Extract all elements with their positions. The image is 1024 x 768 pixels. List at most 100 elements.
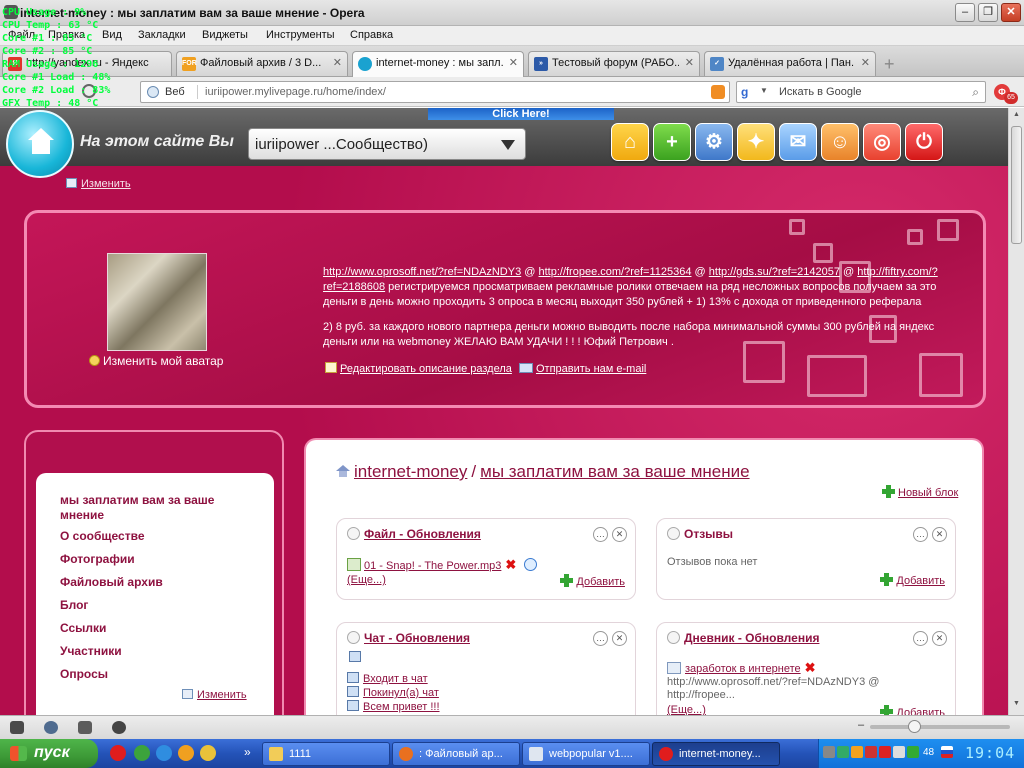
app-quicklaunch-icon[interactable] <box>178 745 194 761</box>
chat-item[interactable]: Покинул(а) чат <box>363 687 439 699</box>
menu-widgets[interactable]: Виджеты <box>202 29 248 41</box>
breadcrumb-community[interactable]: internet-money <box>354 462 467 481</box>
rss-icon[interactable] <box>711 85 725 99</box>
browser-quicklaunch-icon[interactable] <box>156 745 172 761</box>
dropdown-arrow-icon[interactable] <box>501 140 515 150</box>
speed-dial-gauge-icon[interactable] <box>112 721 126 734</box>
app-quicklaunch-icon[interactable] <box>200 745 216 761</box>
tab-close-icon[interactable]: ✕ <box>333 56 342 69</box>
menu-file[interactable]: Файл <box>8 29 35 41</box>
block-options-icon[interactable]: … <box>593 631 608 646</box>
block-close-icon[interactable]: ✕ <box>932 631 947 646</box>
scroll-down-icon[interactable]: ▼ <box>1011 700 1022 712</box>
community-select[interactable]: iuriipower ...Сообщество) <box>248 128 526 160</box>
minimize-button[interactable]: – <box>955 3 975 22</box>
block-close-icon[interactable]: ✕ <box>932 527 947 542</box>
diary-more-link[interactable]: (Еще...) <box>667 704 706 715</box>
search-field[interactable]: g ▼ Искать в Google ⌕ <box>736 81 986 103</box>
sidebar-edit-link[interactable]: Изменить <box>182 689 247 701</box>
menu-edit[interactable]: Правка <box>48 29 85 41</box>
sidebar-item-polls[interactable]: Опросы <box>60 667 108 682</box>
diary-add-button[interactable]: Добавить <box>880 705 945 715</box>
taskbar-button-webpopular[interactable]: webpopular v1.... <box>522 742 650 766</box>
sidebar-item-photos[interactable]: Фотографии <box>60 552 135 567</box>
referral-link[interactable]: http://www.oprosoff.net/?ref=NDAzNDY3 <box>323 266 521 278</box>
home-icon[interactable]: ⌂ <box>611 123 649 161</box>
tray-icon[interactable] <box>879 746 891 758</box>
chat-item[interactable]: Всем привет !!! <box>363 701 440 713</box>
menu-bookmarks[interactable]: Закладки <box>138 29 186 41</box>
change-avatar-link[interactable]: Изменить мой аватар <box>89 354 223 368</box>
start-button[interactable]: пуск <box>0 739 98 768</box>
tab-close-icon[interactable]: ✕ <box>685 56 694 69</box>
sidebar-item-blog[interactable]: Блог <box>60 598 88 613</box>
block-close-icon[interactable]: ✕ <box>612 527 627 542</box>
taskbar-button-folder[interactable]: 1111 <box>262 742 390 766</box>
send-email-link[interactable]: Отправить нам e-mail <box>536 363 646 375</box>
taskbar-button-firefox[interactable]: : Файловый ар... <box>392 742 520 766</box>
sidebar-item-about[interactable]: О сообществе <box>60 529 145 544</box>
site-home-button[interactable] <box>6 110 74 178</box>
block-close-icon[interactable]: ✕ <box>612 631 627 646</box>
help-lifebuoy-icon[interactable]: ◎ <box>863 123 901 161</box>
edit-section-link[interactable]: Редактировать описание раздела <box>340 363 512 375</box>
mail-icon[interactable]: ✉ <box>779 123 817 161</box>
tab-remote-work[interactable]: ✓ Удалённая работа | Пан... ✕ <box>704 51 876 76</box>
search-icon[interactable]: ⌕ <box>972 85 979 100</box>
files-more-link[interactable]: (Еще...) <box>347 574 386 586</box>
new-tab-plus-icon[interactable]: + <box>884 55 895 73</box>
tray-icon[interactable] <box>865 746 877 758</box>
zoom-slider[interactable]: – <box>858 719 1010 733</box>
diary-block-title[interactable]: Дневник - Обновления <box>684 631 819 645</box>
users-icon[interactable]: ☺ <box>821 123 859 161</box>
magic-wand-icon[interactable]: ✦ <box>737 123 775 161</box>
referral-link[interactable]: http://fropee.com/?ref=1125364 <box>538 266 691 278</box>
tray-icon[interactable] <box>893 746 905 758</box>
tab-internet-money[interactable]: internet-money : мы запл... ✕ <box>352 51 524 77</box>
referral-link[interactable]: http://gds.su/?ref=2142057 <box>709 266 840 278</box>
home-icon[interactable] <box>336 465 350 477</box>
zoom-out-icon[interactable]: – <box>858 719 864 731</box>
block-options-icon[interactable]: … <box>593 527 608 542</box>
menu-view[interactable]: Вид <box>102 29 122 41</box>
google-icon[interactable]: g <box>741 85 757 99</box>
sidebar-item-links[interactable]: Ссылки <box>60 621 106 636</box>
block-options-icon[interactable]: … <box>913 527 928 542</box>
files-add-button[interactable]: Добавить <box>560 574 625 588</box>
maximize-button[interactable]: ❐ <box>978 3 998 22</box>
tab-file-archive[interactable]: FOR Файловый архив / 3 D... ✕ <box>176 51 348 76</box>
quicklaunch-expand-icon[interactable]: » <box>244 745 251 759</box>
russian-flag-icon[interactable] <box>941 746 953 758</box>
ad-banner[interactable]: Click Here! <box>428 108 614 120</box>
share-icon[interactable] <box>78 721 92 734</box>
notification-badge[interactable]: Ф 65 <box>994 82 1018 104</box>
taskbar-button-opera[interactable]: internet-money... <box>652 742 780 766</box>
block-options-icon[interactable]: … <box>913 631 928 646</box>
chevron-down-icon[interactable]: ▼ <box>760 86 768 95</box>
delete-icon[interactable]: ✖ <box>805 660 816 676</box>
menu-tools[interactable]: Инструменты <box>266 29 335 41</box>
new-block-button[interactable]: Новый блок <box>882 485 958 499</box>
tray-icon[interactable] <box>837 746 849 758</box>
tab-close-icon[interactable]: ✕ <box>509 56 518 69</box>
play-icon[interactable] <box>524 558 538 571</box>
panel-toggle-icon[interactable] <box>10 721 24 734</box>
delete-icon[interactable]: ✖ <box>505 557 516 573</box>
tray-icon[interactable] <box>907 746 919 758</box>
reload-icon[interactable] <box>82 84 96 98</box>
scroll-up-icon[interactable]: ▲ <box>1011 111 1022 123</box>
tab-test-forum[interactable]: » Тестовый форум (РАБО... ✕ <box>528 51 700 76</box>
tab-close-icon[interactable]: ✕ <box>861 56 870 69</box>
file-link[interactable]: 01 - Snap! - The Power.mp3 <box>364 560 501 572</box>
chat-block-title[interactable]: Чат - Обновления <box>364 631 470 645</box>
close-button[interactable]: ✕ <box>1001 3 1021 22</box>
unite-cloud-icon[interactable] <box>44 721 58 734</box>
sidebar-item-files[interactable]: Файловый архив <box>60 575 163 590</box>
files-block-title[interactable]: Файл - Обновления <box>364 527 481 541</box>
sidebar-item-home[interactable]: мы заплатим вам за ваше мнение <box>60 493 240 523</box>
scrollbar-thumb[interactable] <box>1011 126 1022 244</box>
tab-yandex[interactable]: Я http://yandex.ru - Яндекс <box>2 51 172 76</box>
settings-gear-icon[interactable]: ⚙ <box>695 123 733 161</box>
tray-icon[interactable] <box>823 746 835 758</box>
chat-item[interactable]: Входит в чат <box>363 673 428 685</box>
